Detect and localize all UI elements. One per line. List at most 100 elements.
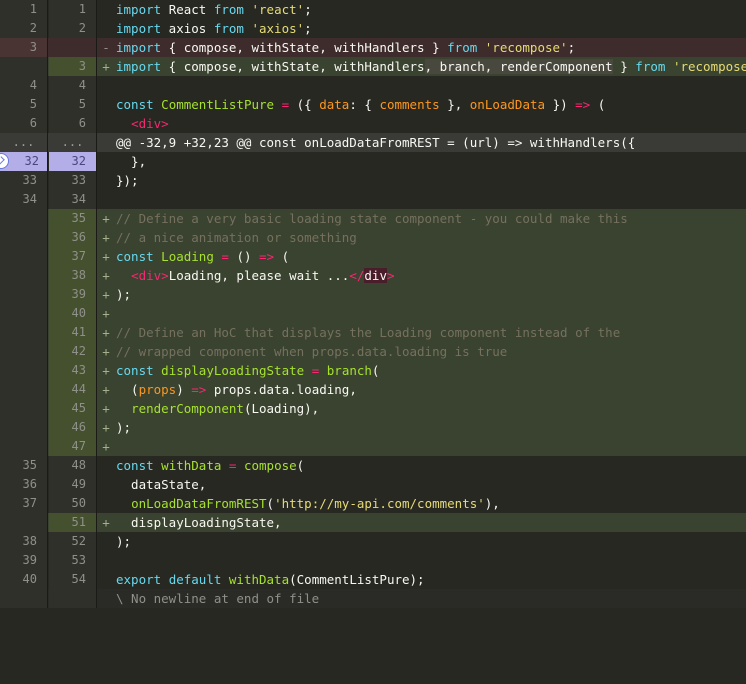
context-line-row: 34 34 [0,190,746,209]
new-line-number[interactable]: 46 [49,418,97,437]
code-line: // wrapped component when props.data.loa… [116,342,746,361]
code-token: export [116,572,162,587]
old-line-number[interactable]: 1 [0,0,48,19]
new-line-number[interactable]: 35 [49,209,97,228]
old-line-number[interactable] [0,266,48,285]
code-token: withData [228,572,290,587]
old-line-number[interactable]: 36 [0,475,48,494]
old-line-number[interactable]: 38 [0,532,48,551]
added-line-row: 44 + (props) => props.data.loading, [0,380,746,399]
new-line-number[interactable]: 49 [49,475,97,494]
diff-sign: - [102,40,110,55]
new-line-number[interactable]: 47 [49,437,97,456]
new-line-number[interactable]: 45 [49,399,97,418]
old-line-number[interactable] [0,399,48,418]
old-line-number[interactable] [0,323,48,342]
old-line-number[interactable] [0,57,48,76]
new-line-number [49,589,97,608]
diff-sign: + [102,325,110,340]
code-token: compose [243,458,297,473]
old-line-number[interactable]: 4 [0,76,48,95]
new-line-number[interactable]: 44 [49,380,97,399]
old-line-number[interactable] [0,209,48,228]
new-line-number[interactable]: 2 [49,19,97,38]
old-line-number[interactable] [0,418,48,437]
new-line-number[interactable]: 43 [49,361,97,380]
old-line-number[interactable] [0,437,48,456]
added-line-row: 46 +); [0,418,746,437]
code-token: from [447,40,478,55]
code-line: const withData = compose( [116,456,746,475]
added-line-row: 3 + import { compose, withState, withHandl… [0,57,746,76]
code-token: displayLoadingState [161,363,305,378]
old-line-number[interactable] [0,380,48,399]
old-line-number[interactable] [0,361,48,380]
old-line-number[interactable]: 3 [0,38,48,57]
new-line-number[interactable]: 39 [49,285,97,304]
code-token: props.data.loading, [206,382,357,397]
new-line-number[interactable]: 40 [49,304,97,323]
code-token: onLoadData [469,97,546,112]
code-token: ( [590,97,606,112]
new-line-number[interactable]: 1 [49,0,97,19]
old-line-number[interactable]: 34 [0,190,48,209]
code-line: <div>Loading, please wait ...</div> [116,266,746,285]
old-line-number[interactable]: 33 [0,171,48,190]
code-token: @@ -32,9 +32,23 @@ const onLoadDataFromR… [116,135,636,150]
code-line: import axios from 'axios'; [116,19,746,38]
code-token: // wrapped component when props.data.loa… [116,344,508,359]
old-line-number[interactable] [0,285,48,304]
old-line-number[interactable]: 6 [0,114,48,133]
new-line-number[interactable]: 5 [49,95,97,114]
new-line-number[interactable] [49,38,97,57]
old-line-number[interactable] [0,342,48,361]
code-token: = [221,249,229,264]
code-token: from [213,2,244,17]
code-line: // a nice animation or something [116,228,746,247]
code-token: const [116,249,154,264]
new-line-number[interactable]: 4 [49,76,97,95]
new-line-number[interactable]: 37 [49,247,97,266]
context-line-row: 1 1 import React from 'react'; [0,0,746,19]
hunk-header-row[interactable]: ...... @@ -32,9 +32,23 @@ const onLoadDat… [0,133,746,152]
old-line-number[interactable] [0,304,48,323]
new-line-number[interactable]: 42 [49,342,97,361]
old-line-number[interactable]: 40 [0,570,48,589]
old-line-number[interactable]: 35 [0,456,48,475]
code-token: axios [161,21,214,36]
new-line-number[interactable]: 48 [49,456,97,475]
old-line-number[interactable] [0,247,48,266]
old-line-number[interactable]: ... [0,133,48,152]
old-line-number[interactable]: 2 [0,19,48,38]
old-line-number[interactable]: 5 [0,95,48,114]
old-line-number[interactable]: 37 [0,494,48,513]
new-line-number[interactable]: 53 [49,551,97,570]
new-line-number[interactable]: 32 [49,152,97,171]
old-line-number[interactable] [0,228,48,247]
new-line-number[interactable]: 3 [49,57,97,76]
code-token: <div> [131,116,169,131]
new-line-number[interactable]: 41 [49,323,97,342]
code-line: }, [116,152,746,171]
code-token: 'recompose' [484,40,568,55]
new-line-number[interactable]: 6 [49,114,97,133]
new-line-number[interactable]: 54 [49,570,97,589]
new-line-number[interactable]: 33 [49,171,97,190]
diff-sign: + [102,211,110,226]
new-line-number[interactable]: 52 [49,532,97,551]
new-line-number[interactable]: 36 [49,228,97,247]
old-line-number[interactable] [0,513,48,532]
code-token: => [191,382,207,397]
new-line-number[interactable]: ... [49,133,97,152]
old-line-number[interactable]: 39 [0,551,48,570]
new-line-number[interactable]: 50 [49,494,97,513]
new-line-number[interactable]: 38 [49,266,97,285]
context-line-row: 38 52); [0,532,746,551]
code-line: onLoadDataFromREST('http://my-api.com/co… [116,494,746,513]
new-line-number[interactable]: 34 [49,190,97,209]
code-token: data [319,97,350,112]
new-line-number[interactable]: 51 [49,513,97,532]
